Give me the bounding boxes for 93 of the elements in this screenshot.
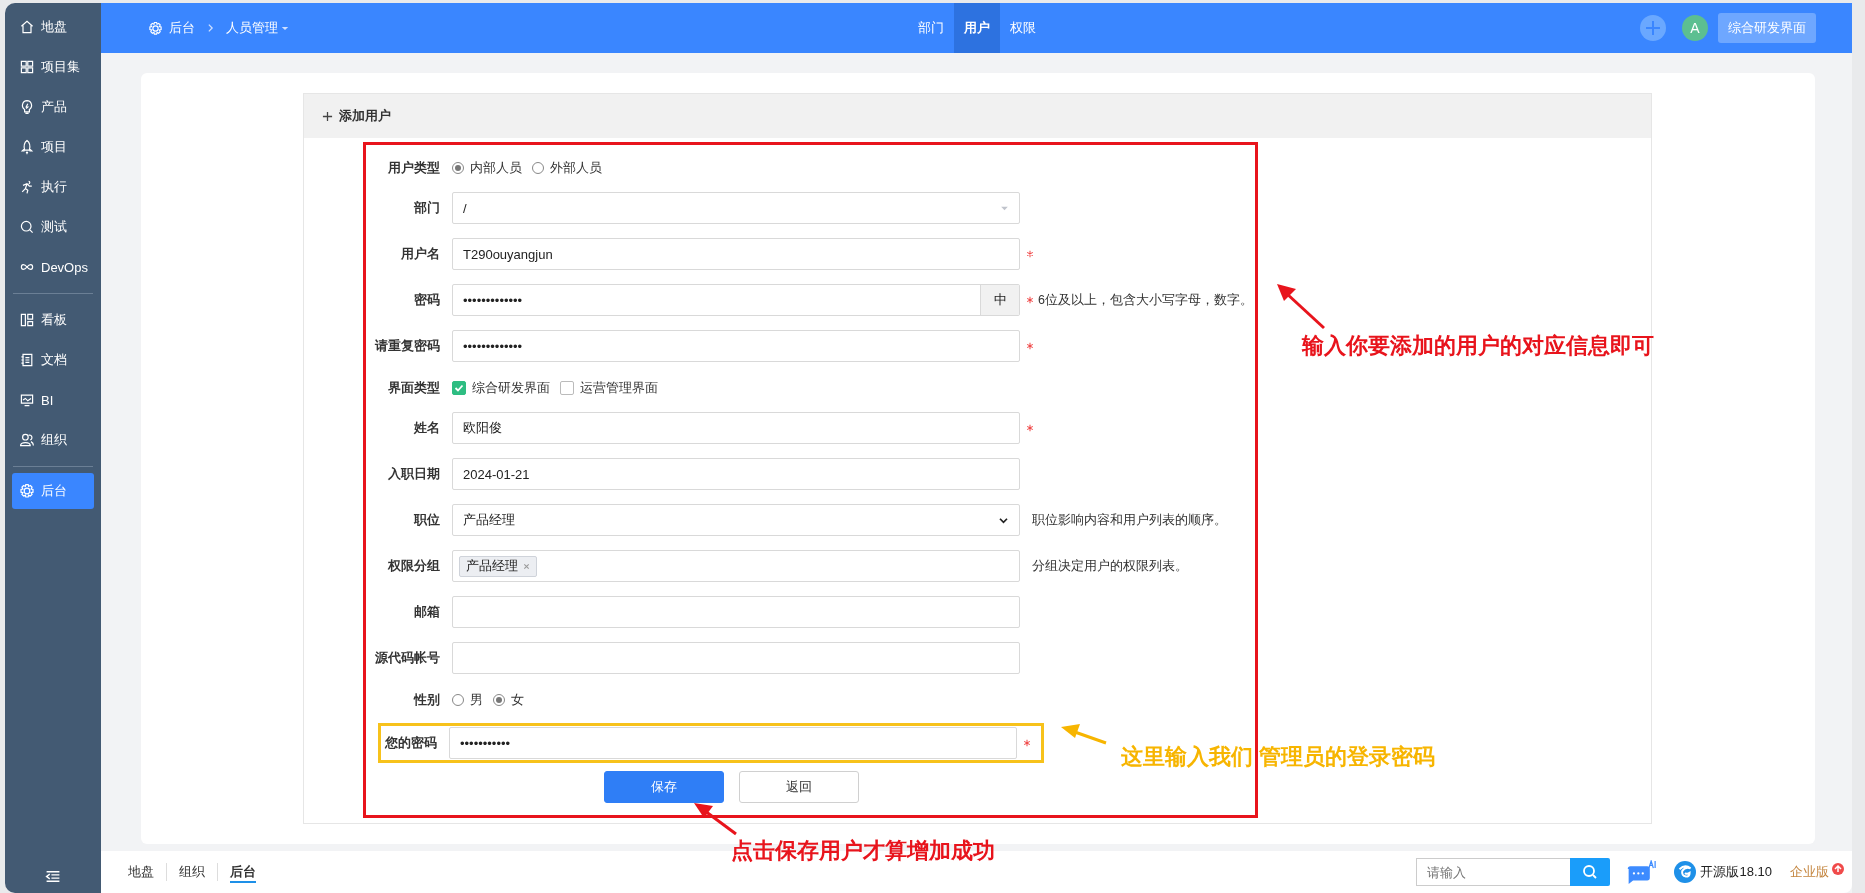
annotation-text: 点击保存用户才算增加成功 [731,838,995,865]
sidebar-item[interactable]: 文档 [5,340,101,380]
search-icon [1582,864,1599,880]
user-icon [19,432,35,448]
checkbox[interactable] [452,381,466,395]
field-label: 请重复密码 [373,337,440,355]
password-field[interactable]: ••••••••••••• [452,330,1020,362]
field-label: 入职日期 [387,465,440,483]
option-label: 女 [511,691,524,709]
sidebar-item[interactable]: 项目集 [5,47,101,87]
settings-icon [19,483,35,499]
field-hint: 职位影响内容和用户列表的顺序。 [1032,511,1227,529]
sidebar-item[interactable]: 产品 [5,87,101,127]
chevron-icon [207,23,214,33]
checkbox[interactable] [560,381,574,395]
input-field[interactable]: 2024-01-21 [452,458,1020,490]
checkmark-icon [453,382,465,394]
radio-option[interactable]: 内部人员 [452,159,522,177]
board-icon [19,312,35,328]
document-icon [19,352,35,368]
dropdown-field[interactable]: / [452,192,1020,224]
sidebar-item[interactable]: 地盘 [5,7,101,47]
settings-icon [148,20,163,36]
bottom-tab[interactable]: 组织 [167,859,217,885]
field-label: 性别 [412,691,440,709]
option-label: 运营管理界面 [580,379,658,397]
field-hint: 6位及以上，包含大小写字母，数字。 [1038,291,1253,309]
search-button[interactable] [1570,858,1611,886]
bottom-tab[interactable]: 地盘 [116,859,166,885]
ai-chat-icon[interactable] [1626,859,1657,885]
caret-icon[interactable] [281,25,289,31]
field-label: 邮箱 [413,603,440,621]
plus-icon [322,110,333,122]
remove-icon[interactable] [523,562,530,570]
caret-icon [1000,205,1009,211]
field-label: 姓名 [413,419,440,437]
option-label: 男 [470,691,483,709]
add-icon[interactable] [1640,15,1666,41]
tag: 产品经理 [459,555,537,577]
collapse-icon[interactable] [45,870,61,883]
password-field[interactable]: ••••••••••• [449,727,1017,759]
option-label: 综合研发界面 [472,379,550,397]
input-method-button[interactable]: 中 [980,285,1019,315]
lightbulb-icon [19,99,35,115]
field-label: 权限分组 [387,557,440,575]
field-label: 源代码帐号 [374,649,440,667]
select-field[interactable]: 产品经理 [452,504,1020,536]
home-icon [19,19,35,35]
upgrade-icon [1832,863,1844,875]
chevron-icon [998,516,1009,524]
sidebar-item[interactable]: 测试 [5,207,101,247]
sidebar-item[interactable]: 执行 [5,167,101,207]
panel-title: 添加用户 [339,107,391,125]
arrow [1061,724,1107,745]
sidebar-item[interactable]: 项目 [5,127,101,167]
option-label: 内部人员 [470,159,522,177]
radio-option[interactable]: 女 [493,691,524,709]
nav-tab[interactable]: 用户 [953,3,1000,53]
runner-icon [19,179,35,195]
input-field[interactable] [452,642,1020,674]
field-label: 界面类型 [387,379,440,397]
annotation-text: 输入你要添加的用户的对应信息即可 [1302,333,1654,360]
input-field[interactable]: 欧阳俊 [452,412,1020,444]
bottom-tab[interactable]: 后台 [218,859,268,885]
radio-option[interactable]: 外部人员 [532,159,602,177]
arrow [1277,284,1325,330]
tag-field[interactable]: 产品经理 [452,550,1020,582]
radio-option[interactable]: 男 [452,691,483,709]
field-label: 用户类型 [387,159,440,177]
annotation-text: 这里输入我们 管理员的登录密码 [1121,744,1436,771]
sidebar-item[interactable]: 看板 [5,300,101,340]
option-label: 外部人员 [550,159,602,177]
magnifier-icon [19,219,35,235]
field-hint: 分组决定用户的权限列表。 [1032,557,1188,575]
save-button[interactable]: 保存 [604,771,724,803]
rocket-icon [19,139,35,155]
swirl-logo-icon [1674,861,1697,883]
password-field[interactable]: ••••••••••••• 中 [452,284,1020,316]
field-label: 用户名 [400,245,440,263]
field-label: 密码 [413,291,440,309]
back-button[interactable]: 返回 [739,771,859,803]
search-field[interactable]: 请输入 [1416,858,1571,886]
grid-icon [19,59,35,75]
field-label: 您的密码 [384,734,437,752]
sidebar-item[interactable]: BI [5,380,101,420]
field-label: 部门 [413,199,440,217]
sidebar-item[interactable]: DevOps [5,247,101,287]
sidebar-item[interactable]: 组织 [5,420,101,460]
monitor-icon [19,392,35,408]
input-field[interactable]: T290ouyangjun [452,238,1020,270]
field-label: 职位 [413,511,440,529]
input-field[interactable] [452,596,1020,628]
version-label[interactable]: 开源版18.10 [1700,863,1772,881]
